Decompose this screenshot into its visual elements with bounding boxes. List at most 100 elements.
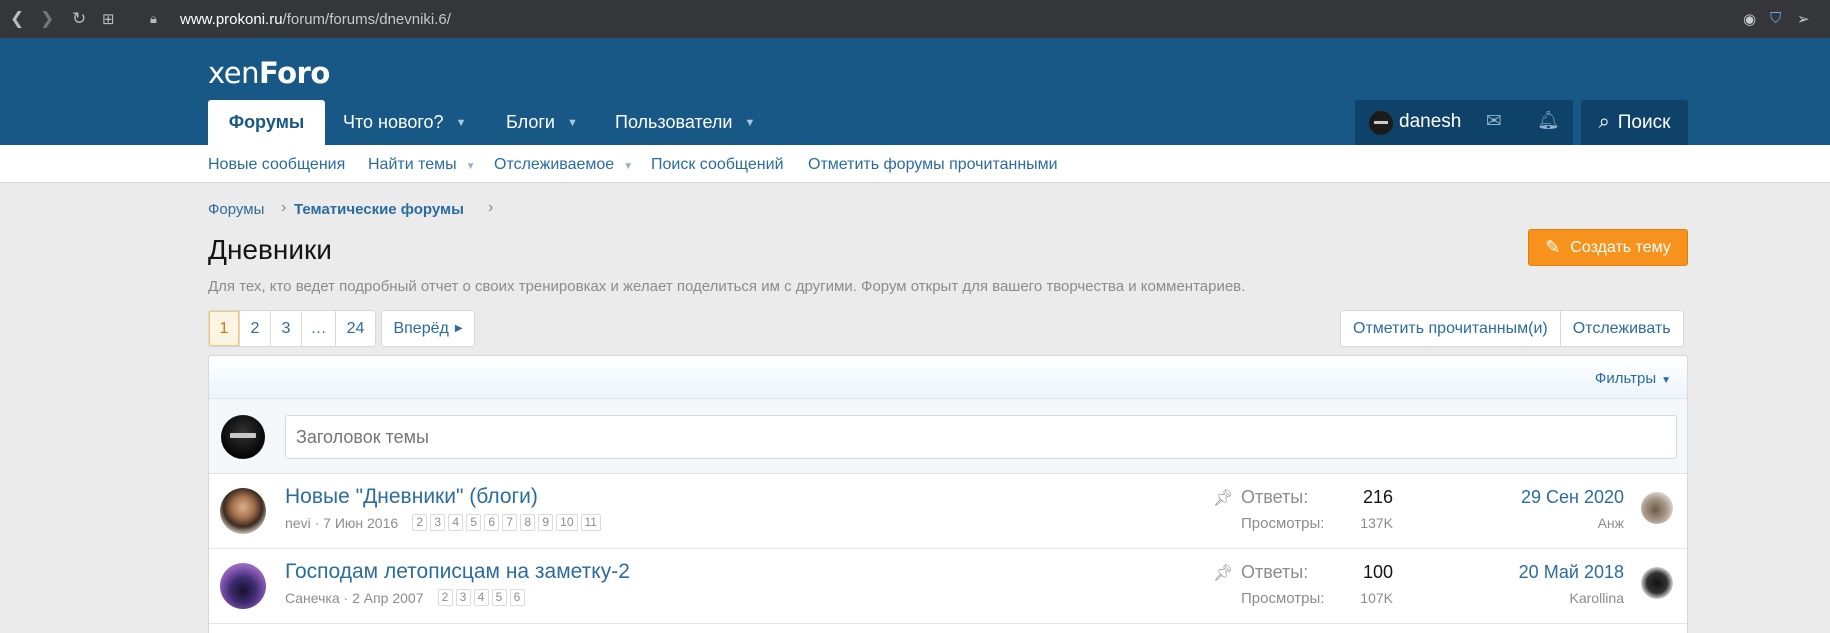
replies-label: Ответы: — [1241, 562, 1309, 582]
reload-icon[interactable]: ↻ — [72, 9, 86, 29]
thread-page-link[interactable]: 3 — [455, 589, 471, 606]
subnav-find-threads[interactable]: Найти темы ▼ — [368, 156, 476, 174]
subnav-find-threads-label: Найти темы — [368, 156, 457, 173]
url-domain: www.prokoni.ru — [180, 11, 283, 28]
tab-blogs[interactable]: Блоги ▼ — [506, 100, 578, 145]
back-icon[interactable]: ❮ — [10, 9, 24, 29]
mail-icon[interactable]: ✉ — [1486, 110, 1502, 133]
thread-title-input[interactable] — [285, 415, 1677, 459]
subnav-watched[interactable]: Отслеживаемое ▼ — [494, 156, 633, 174]
chevron-down-icon[interactable]: ▼ — [623, 161, 633, 172]
forum-description: Для тех, кто ведет подробный отчет о сво… — [208, 278, 1246, 295]
page-title: Дневники — [208, 234, 332, 265]
subnav-search-posts[interactable]: Поиск сообщений — [651, 156, 784, 174]
next-page-button[interactable]: Вперёд ▶ — [381, 310, 475, 347]
pin-icon: 📌︎ — [1213, 565, 1234, 582]
thread-list: Фильтры ▼ Новые "Дневники" (блоги) nevi ·… — [208, 355, 1688, 633]
thread-pages: 2 3 4 5 6 7 8 9 10 11 — [412, 514, 601, 531]
chevron-down-icon[interactable]: ▼ — [744, 117, 755, 129]
thread-page-link[interactable]: 11 — [580, 514, 601, 531]
tab-users[interactable]: Пользователи ▼ — [615, 100, 755, 145]
thread-date[interactable]: 7 Июн 2016 — [323, 515, 398, 531]
page-link[interactable]: 24 — [336, 311, 375, 346]
chevron-down-icon[interactable]: ▼ — [456, 117, 467, 129]
caret-down-icon: ▼ — [1661, 375, 1671, 386]
thread-page-link[interactable]: 6 — [484, 514, 500, 531]
thread-author[interactable]: nevi — [285, 515, 311, 531]
thread-author[interactable]: Санечка — [285, 590, 340, 606]
page-link-current[interactable]: 1 — [209, 311, 240, 346]
thread-page-link[interactable]: 8 — [520, 514, 536, 531]
thread-date[interactable]: 2 Апр 2007 — [352, 590, 423, 606]
page-link[interactable]: 3 — [271, 311, 302, 346]
last-post-user[interactable]: Karollina — [1570, 590, 1624, 606]
filter-bar: Фильтры ▼ — [209, 356, 1687, 399]
last-poster-avatar[interactable] — [1641, 567, 1673, 599]
username[interactable]: danesh — [1399, 111, 1461, 133]
thread-page-link[interactable]: 2 — [437, 589, 453, 606]
thread-page-link[interactable]: 4 — [473, 589, 489, 606]
avatar[interactable] — [220, 488, 266, 534]
next-page-label: Вперёд — [393, 319, 449, 337]
views-label: Просмотры: — [1241, 515, 1325, 532]
send-icon[interactable]: ➢ — [1797, 10, 1810, 28]
breadcrumb-topical-forums[interactable]: Тематические форумы — [294, 201, 464, 218]
breadcrumb-forums[interactable]: Форумы — [208, 201, 264, 218]
replies-count: 100 — [1362, 562, 1393, 582]
thread-page-link[interactable]: 6 — [509, 589, 525, 606]
browser-toolbar: ❮ ❯ ↻ ⊞ 🔒︎ www.prokoni.ru/forum/forums/d… — [0, 0, 1830, 38]
forward-icon[interactable]: ❯ — [40, 9, 54, 29]
tab-blogs-label: Блоги — [506, 112, 555, 132]
filters-button[interactable]: Фильтры ▼ — [1595, 370, 1671, 387]
account-bar: danesh ✉ 🔔︎ — [1355, 100, 1573, 145]
apps-icon[interactable]: ⊞ — [102, 10, 115, 28]
mark-read-button[interactable]: Отметить прочитанным(и) — [1341, 311, 1561, 346]
logo[interactable]: xenForo — [208, 56, 330, 90]
forum-actions: Отметить прочитанным(и) Отслеживать — [1340, 310, 1684, 347]
page-ellipsis[interactable]: … — [302, 311, 336, 346]
subnav-new-posts[interactable]: Новые сообщения — [208, 156, 345, 174]
replies-count: 216 — [1362, 487, 1393, 507]
tab-forums[interactable]: Форумы — [208, 100, 325, 145]
shield-icon[interactable]: ⛉ — [1770, 10, 1781, 27]
views-label: Просмотры: — [1241, 590, 1325, 607]
subnav-mark-forums-read[interactable]: Отметить форумы прочитанными — [808, 156, 1058, 174]
thread-page-link[interactable]: 7 — [502, 514, 518, 531]
last-post-date[interactable]: 20 Май 2018 — [1519, 562, 1624, 583]
bell-icon[interactable]: 🔔︎ — [1537, 110, 1560, 131]
tab-forums-label: Форумы — [228, 112, 305, 132]
mark-read-label: Отметить прочитанным(и) — [1353, 319, 1548, 337]
last-post-date[interactable]: 29 Сен 2020 — [1521, 487, 1624, 508]
last-poster-avatar[interactable] — [1641, 492, 1673, 524]
edit-icon: ✎ — [1545, 237, 1561, 257]
thread-title[interactable]: Новые "Дневники" (блоги) — [285, 485, 538, 509]
thread-page-link[interactable]: 10 — [556, 514, 578, 531]
user-avatar[interactable] — [1369, 111, 1393, 135]
avatar[interactable] — [220, 563, 266, 609]
page: ❮ ❯ ↻ ⊞ 🔒︎ www.prokoni.ru/forum/forums/d… — [0, 0, 1830, 633]
replies-label: Ответы: — [1241, 487, 1309, 507]
thread-page-link[interactable]: 5 — [491, 589, 507, 606]
search-button[interactable]: ⌕ Поиск — [1581, 100, 1688, 145]
thread-page-link[interactable]: 3 — [430, 514, 446, 531]
thread-page-link[interactable]: 9 — [538, 514, 554, 531]
thread-meta: nevi · 7 Июн 2016 2 3 4 5 6 7 8 9 10 11 — [285, 514, 601, 531]
thread-page-link[interactable]: 4 — [448, 514, 464, 531]
watch-button[interactable]: Отслеживать — [1561, 311, 1683, 346]
create-thread-button[interactable]: ✎ Создать тему — [1528, 229, 1688, 266]
thread-page-link[interactable]: 2 — [412, 514, 428, 531]
quick-thread-row — [209, 399, 1687, 474]
chevron-down-icon[interactable]: ▼ — [567, 117, 578, 129]
subnav-search-posts-label: Поиск сообщений — [651, 156, 784, 173]
views-count: 107K — [1360, 590, 1393, 606]
camera-icon[interactable]: ◉ — [1743, 10, 1756, 28]
chevron-right-icon: › — [488, 199, 494, 216]
thread-page-link[interactable]: 5 — [466, 514, 482, 531]
thread-title[interactable]: Господам летописцам на заметку-2 — [285, 560, 630, 584]
pin-icon: 📌︎ — [1213, 490, 1234, 507]
tab-whats-new[interactable]: Что нового? ▼ — [343, 100, 466, 145]
address-bar[interactable]: www.prokoni.ru/forum/forums/dnevniki.6/ — [180, 11, 451, 28]
page-link[interactable]: 2 — [240, 311, 271, 346]
last-post-user[interactable]: Анж — [1598, 515, 1624, 531]
chevron-down-icon[interactable]: ▼ — [466, 161, 476, 172]
